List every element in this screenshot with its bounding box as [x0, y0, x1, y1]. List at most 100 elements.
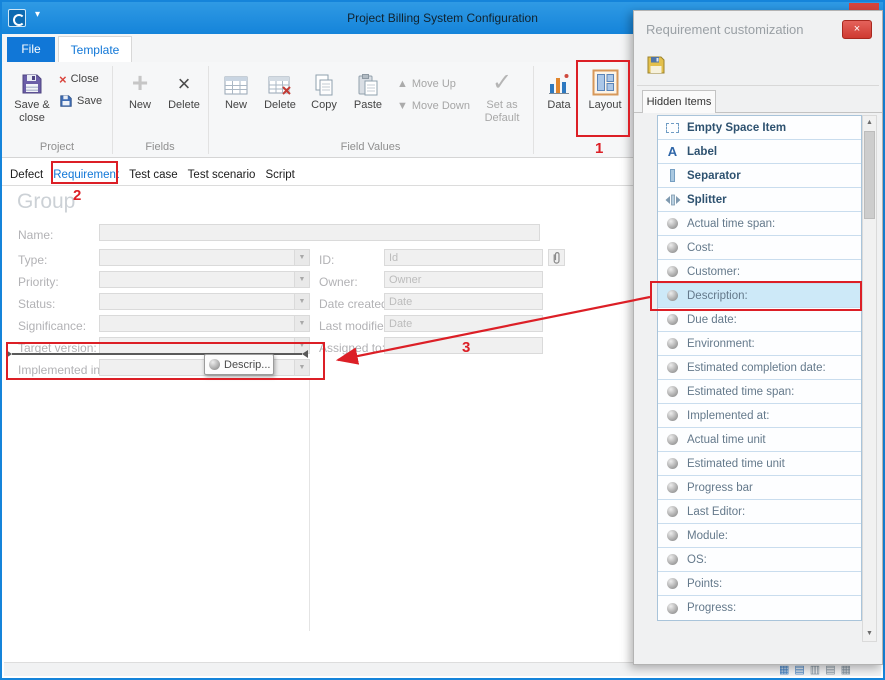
close-label: Close	[71, 73, 99, 85]
hidden-item-splitter[interactable]: Splitter	[658, 188, 861, 212]
fields-new-button[interactable]: + New	[119, 64, 161, 140]
save-close-label-line1: Save &	[8, 99, 56, 112]
hidden-item-due-date[interactable]: Due date:	[658, 308, 861, 332]
hidden-item-cost[interactable]: Cost:	[658, 236, 861, 260]
date-created-field[interactable]: Date	[384, 293, 543, 310]
values-new-button[interactable]: New	[215, 64, 257, 140]
view-selector-icon[interactable]: ▤	[794, 664, 804, 676]
id-label: ID:	[319, 253, 334, 267]
field-ball-icon	[664, 554, 681, 565]
field-ball-icon	[664, 362, 681, 373]
hidden-item-progress-bar[interactable]: Progress bar	[658, 476, 861, 500]
values-new-label: New	[215, 99, 257, 112]
customization-save-button[interactable]	[642, 51, 670, 79]
hidden-item-label: Estimated completion date:	[687, 362, 826, 374]
tab-defect[interactable]: Defect	[10, 169, 43, 181]
significance-label: Significance:	[18, 319, 86, 333]
hidden-item-label-item[interactable]: ALabel	[658, 140, 861, 164]
customization-close-button[interactable]: ×	[842, 20, 872, 39]
close-button[interactable]: × Close	[59, 69, 99, 89]
hidden-item-environment[interactable]: Environment:	[658, 332, 861, 356]
hidden-item-estimated-completion-date[interactable]: Estimated completion date:	[658, 356, 861, 380]
field-ball-icon	[664, 314, 681, 325]
tab-template[interactable]: Template	[58, 36, 132, 62]
view-selector-icon[interactable]: ▦	[779, 664, 789, 676]
last-modified-field[interactable]: Date	[384, 315, 543, 332]
owner-label: Owner:	[319, 275, 358, 289]
hidden-item-empty-space[interactable]: Empty Space Item	[658, 116, 861, 140]
tab-hidden-items[interactable]: Hidden Items	[642, 90, 716, 113]
hidden-item-label: Separator	[687, 170, 741, 182]
chevron-down-icon[interactable]: ▼	[294, 272, 309, 287]
tab-file[interactable]: File	[7, 37, 55, 62]
chevron-down-icon[interactable]: ▼	[294, 294, 309, 309]
separator-icon	[664, 169, 681, 182]
layout-view-icon[interactable]: ▤	[825, 664, 835, 676]
annotation-box-implemented-row	[6, 342, 325, 380]
table-delete-icon	[259, 64, 301, 96]
layout-view-icon[interactable]: ▥	[810, 664, 820, 676]
last-modified-label: Last modified:	[319, 319, 394, 333]
chevron-down-icon[interactable]: ▼	[294, 316, 309, 331]
hidden-item-progress[interactable]: Progress:	[658, 596, 861, 620]
move-up-label: Move Up	[412, 78, 456, 90]
paste-label: Paste	[347, 99, 389, 112]
plus-icon: +	[119, 64, 161, 96]
hidden-item-label: Last Editor:	[687, 506, 745, 518]
hidden-item-actual-time-span[interactable]: Actual time span:	[658, 212, 861, 236]
status-label: Status:	[18, 297, 55, 311]
scrollbar-thumb[interactable]	[864, 131, 875, 219]
chevron-down-icon[interactable]: ▼	[294, 250, 309, 265]
fields-new-label: New	[119, 99, 161, 112]
tab-script[interactable]: Script	[265, 169, 294, 181]
tab-test-case[interactable]: Test case	[129, 169, 178, 181]
hidden-item-implemented-at[interactable]: Implemented at:	[658, 404, 861, 428]
scroll-up-icon[interactable]: ▲	[863, 116, 876, 130]
move-up-button[interactable]: ▲ Move Up	[397, 74, 456, 94]
move-down-button[interactable]: ▼ Move Down	[397, 96, 470, 116]
hidden-item-last-editor[interactable]: Last Editor:	[658, 500, 861, 524]
owner-field[interactable]: Owner	[384, 271, 543, 288]
status-combobox[interactable]: ▼	[99, 293, 310, 310]
hidden-item-estimated-time-unit[interactable]: Estimated time unit	[658, 452, 861, 476]
hidden-item-label: Splitter	[687, 194, 727, 206]
save-icon	[59, 94, 73, 108]
list-scrollbar[interactable]: ▲ ▼	[862, 115, 877, 642]
set-as-default-button[interactable]: ✓ Set asDefault	[476, 64, 528, 140]
hidden-item-points[interactable]: Points:	[658, 572, 861, 596]
field-ball-icon	[664, 458, 681, 469]
attachment-button[interactable]	[548, 249, 565, 266]
hidden-item-label: Progress:	[687, 602, 736, 614]
set-default-label-line1: Set as	[476, 99, 528, 112]
label-a-icon: A	[664, 144, 681, 159]
name-field[interactable]	[99, 224, 540, 241]
field-ball-icon	[664, 338, 681, 349]
priority-combobox[interactable]: ▼	[99, 271, 310, 288]
annotation-box-requirement	[51, 161, 118, 184]
id-field[interactable]: Id	[384, 249, 543, 266]
splitter-icon	[664, 194, 681, 206]
hidden-item-estimated-time-span[interactable]: Estimated time span:	[658, 380, 861, 404]
delete-x-icon: ×	[163, 64, 205, 96]
hidden-item-actual-time-unit[interactable]: Actual time unit	[658, 428, 861, 452]
data-button[interactable]: Data	[539, 64, 579, 140]
hidden-item-module[interactable]: Module:	[658, 524, 861, 548]
owner-field-value: Owner	[385, 272, 542, 289]
type-combobox[interactable]: ▼	[99, 249, 310, 266]
save-button[interactable]: Save	[59, 91, 102, 111]
significance-combobox[interactable]: ▼	[99, 315, 310, 332]
scroll-down-icon[interactable]: ▼	[863, 627, 876, 641]
hidden-item-separator[interactable]: Separator	[658, 164, 861, 188]
save-label: Save	[77, 95, 102, 107]
fields-delete-button[interactable]: × Delete	[163, 64, 205, 140]
values-delete-button[interactable]: Delete	[259, 64, 301, 140]
paste-button[interactable]: Paste	[347, 64, 389, 140]
save-and-close-button[interactable]: Save &close	[8, 64, 56, 140]
group-caption-field-values: Field Values	[208, 141, 533, 153]
hidden-item-os[interactable]: OS:	[658, 548, 861, 572]
copy-button[interactable]: Copy	[303, 64, 345, 140]
tab-test-scenario[interactable]: Test scenario	[188, 169, 256, 181]
close-x-icon: ×	[59, 72, 67, 87]
group-caption-project: Project	[2, 141, 112, 153]
layout-view-icon[interactable]: ▦	[841, 664, 851, 676]
